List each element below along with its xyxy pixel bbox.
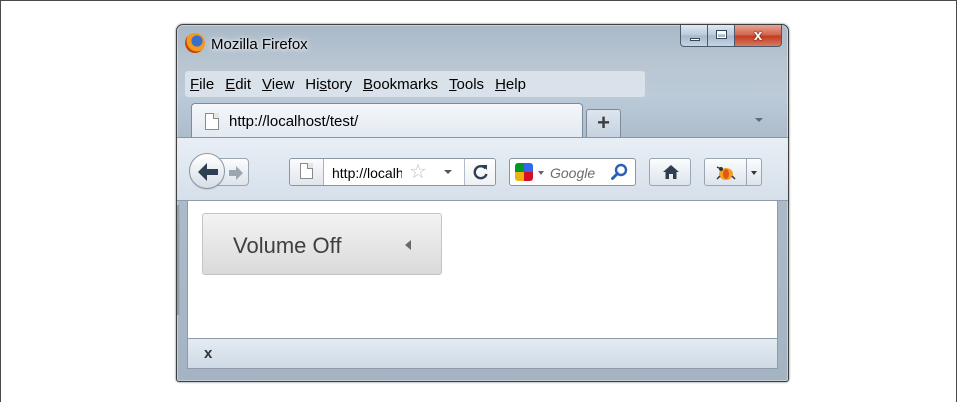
maximize-icon xyxy=(716,30,727,39)
menu-file[interactable]: File xyxy=(190,76,223,93)
maximize-button[interactable] xyxy=(708,25,735,47)
forward-arrow-icon xyxy=(229,166,243,180)
search-icon[interactable] xyxy=(611,163,629,181)
tab-label: http://localhost/test/ xyxy=(229,113,359,130)
menu-label-post: dit xyxy=(235,75,252,93)
caption-buttons: x xyxy=(680,25,782,47)
title-bar[interactable]: Mozilla Firefox x xyxy=(177,25,788,63)
close-window-button[interactable]: x xyxy=(735,25,782,47)
menu-bookmarks[interactable]: Bookmarks xyxy=(363,76,447,93)
address-bar[interactable]: http://localhost/test/ ☆ xyxy=(289,158,496,186)
speaker-icon xyxy=(405,240,411,250)
menu-label-post: ile xyxy=(199,75,215,93)
google-icon[interactable] xyxy=(515,163,533,181)
menu-label-post: elp xyxy=(505,75,526,93)
addon-bar: x xyxy=(187,338,778,369)
home-button[interactable] xyxy=(649,158,691,186)
menu-edit[interactable]: Edit xyxy=(225,76,260,93)
back-button[interactable] xyxy=(189,153,225,189)
search-bar[interactable]: Google xyxy=(509,158,636,186)
close-addon-bar-icon[interactable]: x xyxy=(204,345,212,362)
firefox-window: Mozilla Firefox x File Edit View History… xyxy=(176,24,789,382)
close-icon: x xyxy=(753,27,763,44)
firebug-dropdown-button[interactable] xyxy=(746,158,762,186)
menu-help[interactable]: Help xyxy=(495,76,535,93)
menu-accesskey: T xyxy=(449,75,457,93)
address-input[interactable]: http://localhost/test/ xyxy=(332,165,402,181)
tab-localhost-test[interactable]: http://localhost/test/ xyxy=(191,103,583,137)
firebug-button[interactable] xyxy=(704,158,747,186)
bookmark-star-icon[interactable]: ☆ xyxy=(409,161,427,183)
menu-label-post: ookmarks xyxy=(373,75,439,93)
new-tab-button[interactable]: + xyxy=(586,109,621,137)
page-content: Volume Off xyxy=(187,201,778,338)
url-history-dropdown-icon[interactable] xyxy=(444,170,452,174)
search-engine-dropdown-icon[interactable] xyxy=(538,171,544,175)
reload-button[interactable] xyxy=(464,159,495,185)
menu-bar: File Edit View History Bookmarks Tools H… xyxy=(185,71,645,97)
minimize-button[interactable] xyxy=(680,25,708,47)
menu-accesskey: s xyxy=(319,75,327,93)
menu-accesskey: E xyxy=(225,75,236,93)
page-icon xyxy=(205,113,219,130)
menu-accesskey: B xyxy=(362,75,373,93)
volume-button-label: Volume Off xyxy=(233,233,342,258)
reload-icon xyxy=(473,165,488,180)
window-title: Mozilla Firefox xyxy=(211,36,308,53)
menu-history[interactable]: History xyxy=(305,76,361,93)
menu-label-post: iew xyxy=(271,75,295,93)
search-input[interactable]: Google xyxy=(550,165,600,181)
menu-label-pre: Hi xyxy=(305,75,320,93)
menu-label-post: tory xyxy=(326,75,352,93)
menu-accesskey: H xyxy=(495,75,506,93)
menu-view[interactable]: View xyxy=(262,76,303,93)
firebug-icon xyxy=(716,166,736,180)
site-identity-button[interactable] xyxy=(290,159,324,185)
menu-label-post: ools xyxy=(456,75,485,93)
home-icon xyxy=(663,165,679,179)
menu-tools[interactable]: Tools xyxy=(449,76,493,93)
firefox-logo-icon xyxy=(185,33,205,53)
volume-toggle-button[interactable]: Volume Off xyxy=(202,213,442,275)
menu-accesskey: V xyxy=(262,75,272,93)
page-icon xyxy=(300,163,313,179)
navigation-toolbar: http://localhost/test/ ☆ Google xyxy=(177,137,788,201)
menu-accesskey: F xyxy=(190,75,200,93)
back-arrow-icon xyxy=(198,163,218,181)
minimize-icon xyxy=(690,38,700,41)
tab-list-arrow-icon[interactable] xyxy=(755,118,763,122)
